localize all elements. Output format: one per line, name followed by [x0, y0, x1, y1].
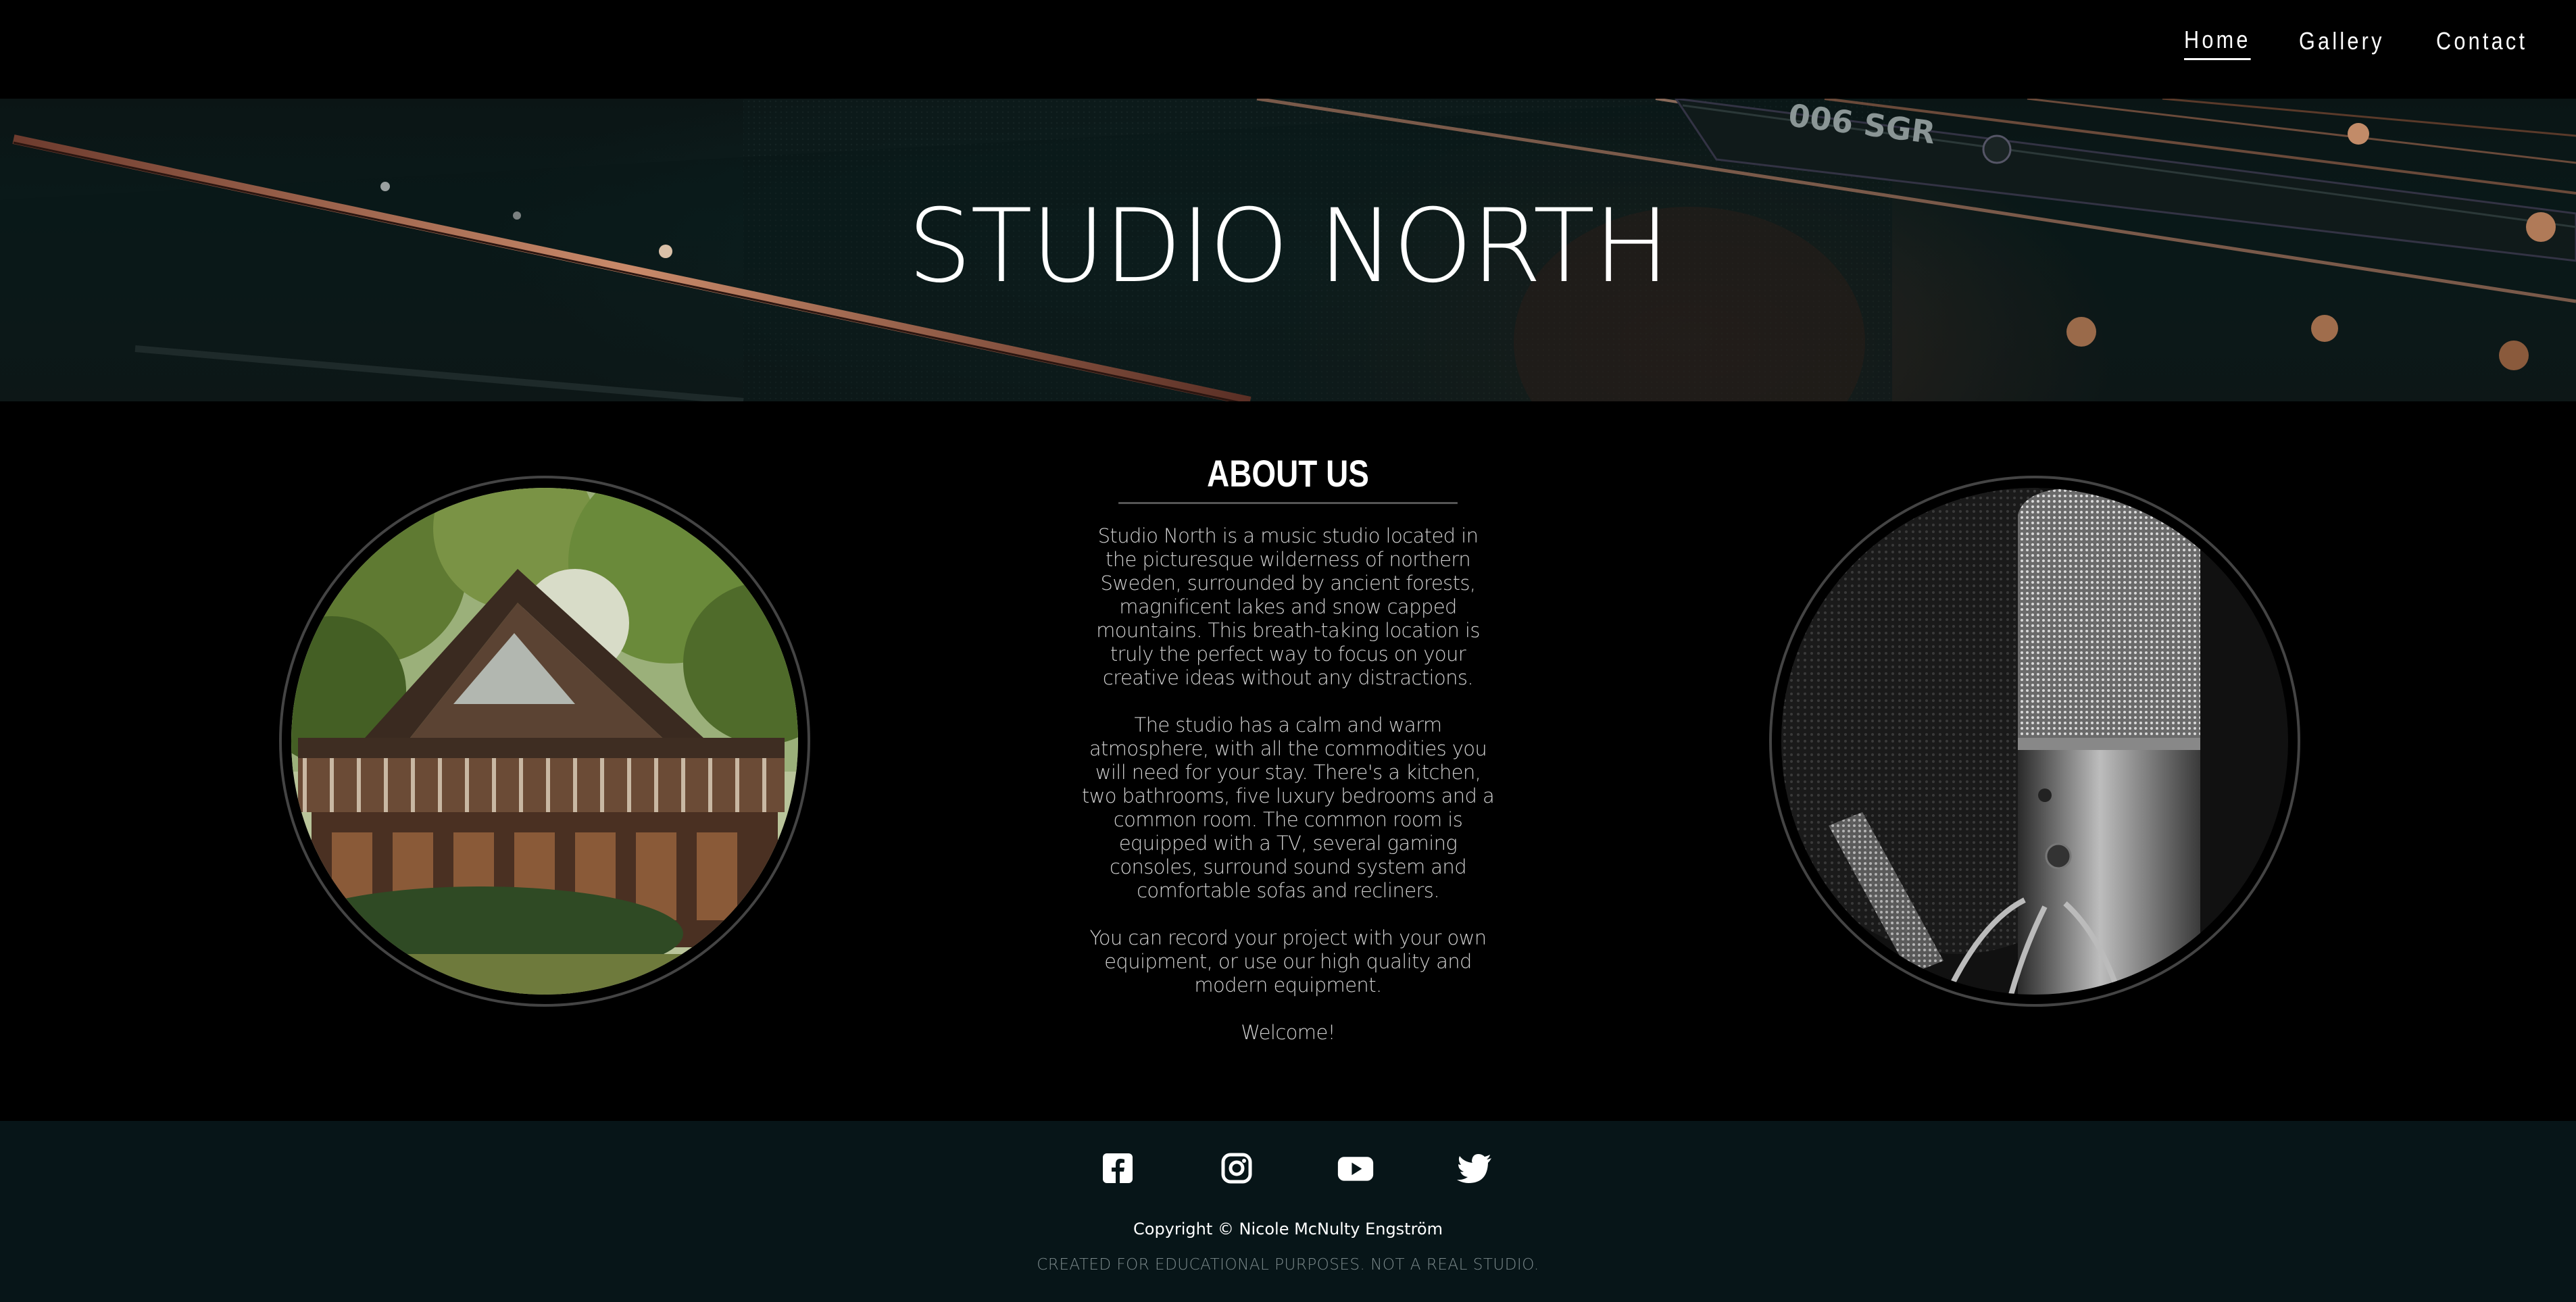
nav-gallery-link[interactable]: Gallery	[2299, 27, 2385, 59]
about-content: ABOUT US Studio North is a music studio …	[1081, 451, 1495, 1068]
nav-home-link[interactable]: Home	[2183, 26, 2251, 60]
about-welcome: Welcome!	[1241, 1021, 1335, 1044]
facebook-icon[interactable]	[1099, 1149, 1137, 1187]
social-links	[0, 1149, 2576, 1187]
about-title: ABOUT US	[1118, 451, 1458, 504]
about-paragraph-3: You can record your project with your ow…	[1089, 926, 1487, 997]
nav-links: Home Gallery Contact	[2183, 26, 2544, 60]
disclaimer-text: CREATED FOR EDUCATIONAL PURPOSES. NOT A …	[1037, 1256, 1539, 1274]
top-nav: Home Gallery Contact	[0, 0, 2576, 99]
footer: Copyright © Nicole McNulty Engström CREA…	[0, 1121, 2576, 1302]
about-paragraph-1: Studio North is a music studio located i…	[1096, 524, 1480, 689]
microphone-image-frame	[1769, 476, 2300, 1007]
copyright-text: Copyright © Nicole McNulty Engström	[1133, 1220, 1443, 1238]
instagram-icon[interactable]	[1218, 1149, 1256, 1187]
microphone-image	[1781, 488, 2288, 995]
twitter-icon[interactable]	[1456, 1149, 1493, 1187]
cabin-image	[291, 488, 798, 995]
cabin-image-frame	[279, 476, 810, 1007]
hero-banner: 006 SGR STUDIO NORTH	[0, 99, 2576, 401]
hero-title: STUDIO NORTH	[907, 188, 1670, 305]
about-section: ABOUT US Studio North is a music studio …	[0, 401, 2576, 1121]
youtube-icon[interactable]	[1337, 1149, 1374, 1187]
nav-contact-link[interactable]: Contact	[2436, 27, 2527, 59]
about-paragraph-2: The studio has a calm and warm atmospher…	[1081, 713, 1495, 902]
